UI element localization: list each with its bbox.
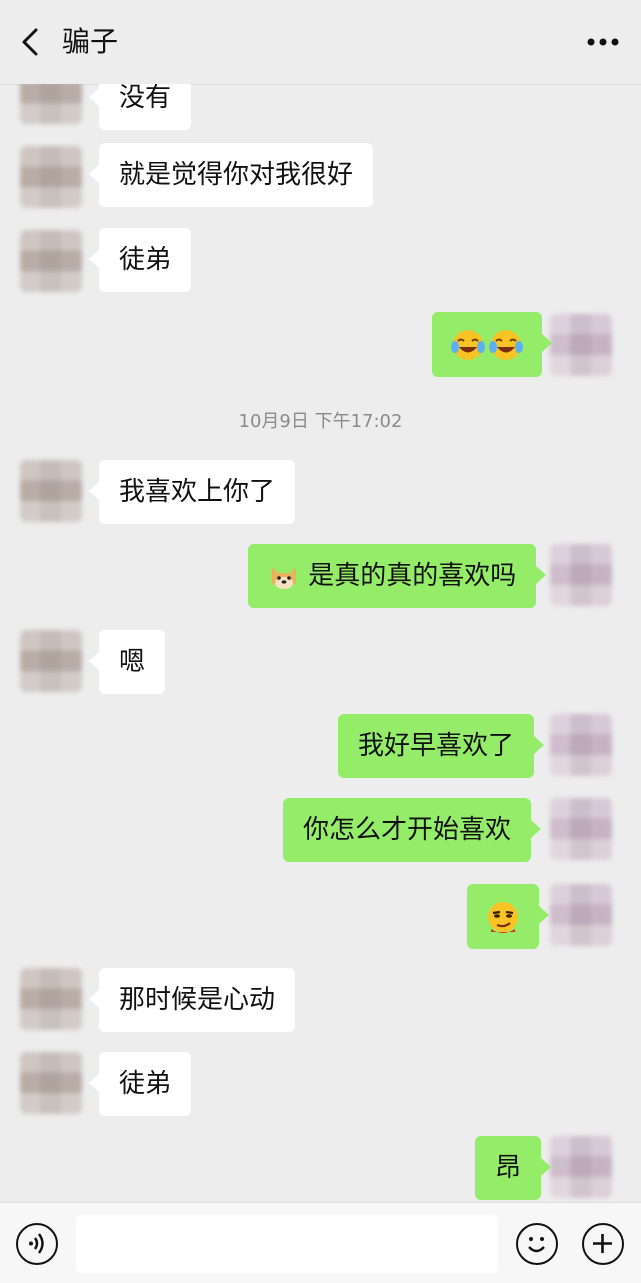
voice-icon — [29, 1233, 44, 1254]
doge-emoji-icon — [272, 566, 296, 589]
plus-button[interactable] — [582, 1223, 624, 1265]
user-avatar[interactable] — [550, 714, 612, 776]
more-button[interactable] — [583, 30, 623, 54]
message-text: 没有 — [119, 84, 172, 113]
message-out[interactable]: 我好早喜欢了 — [338, 714, 545, 778]
user-avatar[interactable] — [550, 544, 612, 606]
chat-title: 骗子 — [62, 25, 119, 58]
message-text: 徒弟 — [119, 1069, 172, 1099]
emoji-icon — [528, 1237, 545, 1253]
message-in[interactable]: 那时候是心动 — [88, 968, 296, 1032]
message-text: 徒弟 — [119, 245, 172, 275]
message-out[interactable] — [432, 312, 552, 377]
contact-avatar[interactable] — [20, 146, 82, 208]
message-text: 我喜欢上你了 — [119, 477, 276, 507]
message-text: 嗯 — [119, 647, 146, 677]
chat-header: 骗子 — [0, 0, 641, 85]
message-text: 是真的真的喜欢吗 — [308, 561, 517, 591]
contact-avatar[interactable] — [20, 460, 82, 522]
message-list: 没有 就是觉得你对我很好 徒弟 10月9日 下午17:02 我喜欢上你了 是真的… — [0, 84, 641, 1202]
message-in[interactable]: 徒弟 — [88, 1052, 192, 1116]
input-bar — [0, 1202, 641, 1283]
contact-avatar[interactable] — [20, 1052, 82, 1114]
contact-avatar[interactable] — [20, 84, 82, 124]
voice-button[interactable] — [16, 1223, 58, 1265]
message-in[interactable]: 就是觉得你对我很好 — [88, 143, 374, 207]
message-text: 昂 — [495, 1153, 522, 1183]
contact-avatar[interactable] — [20, 630, 82, 692]
plus-icon — [593, 1234, 612, 1253]
chevron-left-icon — [22, 28, 38, 56]
more-dots-icon — [587, 38, 619, 46]
laughing-tears-emoji-icon — [451, 329, 523, 360]
user-avatar[interactable] — [550, 1136, 612, 1198]
message-in[interactable]: 嗯 — [88, 630, 166, 694]
emoji-button[interactable] — [516, 1223, 558, 1265]
message-out[interactable]: 昂 — [475, 1136, 552, 1200]
back-button[interactable] — [14, 22, 48, 62]
message-text: 那时候是心动 — [119, 985, 276, 1015]
contact-avatar[interactable] — [20, 230, 82, 292]
message-in[interactable]: 徒弟 — [88, 228, 192, 292]
smirk-emoji-icon — [488, 901, 518, 933]
timestamp: 10月9日 下午17:02 — [238, 411, 403, 432]
message-in[interactable]: 没有 — [88, 84, 192, 130]
message-out[interactable] — [467, 884, 549, 949]
user-avatar[interactable] — [550, 314, 612, 376]
message-out[interactable]: 你怎么才开始喜欢 — [283, 798, 542, 862]
message-in[interactable]: 我喜欢上你了 — [88, 460, 296, 524]
message-out[interactable]: 是真的真的喜欢吗 — [248, 544, 547, 608]
message-input[interactable] — [76, 1215, 498, 1273]
contact-avatar[interactable] — [20, 968, 82, 1030]
user-avatar[interactable] — [550, 884, 612, 946]
user-avatar[interactable] — [550, 798, 612, 860]
message-text: 就是觉得你对我很好 — [119, 160, 354, 190]
message-text: 你怎么才开始喜欢 — [303, 815, 512, 845]
message-text: 我好早喜欢了 — [358, 731, 515, 761]
